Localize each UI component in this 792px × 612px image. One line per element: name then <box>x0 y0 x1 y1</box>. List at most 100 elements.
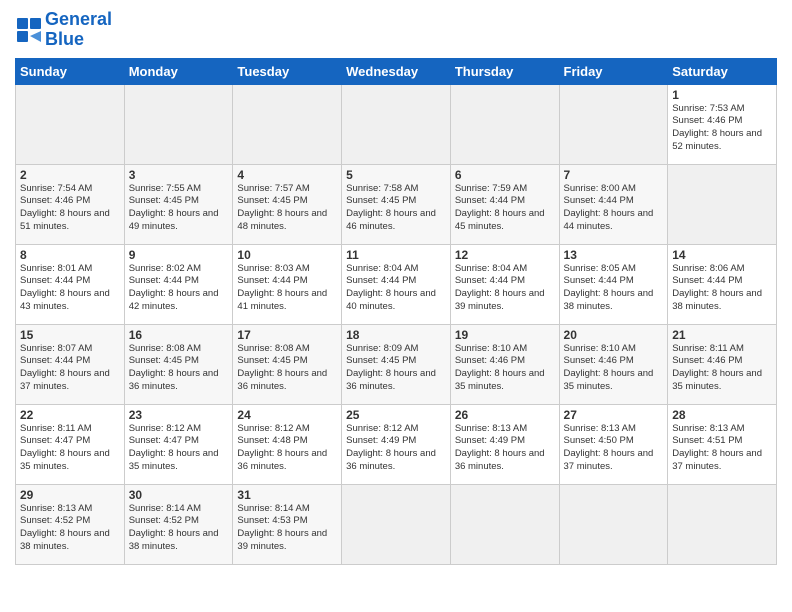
day-info: Sunrise: 8:10 AMSunset: 4:46 PMDaylight:… <box>564 343 664 394</box>
calendar-cell: 20 Sunrise: 8:10 AMSunset: 4:46 PMDaylig… <box>559 324 668 404</box>
calendar-cell: 3 Sunrise: 7:55 AMSunset: 4:45 PMDayligh… <box>124 164 233 244</box>
day-number: 17 <box>237 328 337 342</box>
day-info: Sunrise: 8:00 AMSunset: 4:44 PMDaylight:… <box>564 183 664 234</box>
calendar-cell <box>16 84 125 164</box>
calendar-cell <box>342 84 451 164</box>
calendar-cell: 31 Sunrise: 8:14 AMSunset: 4:53 PMDaylig… <box>233 484 342 564</box>
day-number: 21 <box>672 328 772 342</box>
header: General Blue <box>15 10 777 50</box>
day-info: Sunrise: 8:13 AMSunset: 4:50 PMDaylight:… <box>564 423 664 474</box>
week-row-2: 2 Sunrise: 7:54 AMSunset: 4:46 PMDayligh… <box>16 164 777 244</box>
day-number: 18 <box>346 328 446 342</box>
calendar-cell: 26 Sunrise: 8:13 AMSunset: 4:49 PMDaylig… <box>450 404 559 484</box>
calendar-cell: 1 Sunrise: 7:53 AMSunset: 4:46 PMDayligh… <box>668 84 777 164</box>
weekday-header-thursday: Thursday <box>450 58 559 84</box>
day-info: Sunrise: 8:13 AMSunset: 4:51 PMDaylight:… <box>672 423 772 474</box>
calendar-cell: 30 Sunrise: 8:14 AMSunset: 4:52 PMDaylig… <box>124 484 233 564</box>
calendar-cell: 11 Sunrise: 8:04 AMSunset: 4:44 PMDaylig… <box>342 244 451 324</box>
day-info: Sunrise: 8:01 AMSunset: 4:44 PMDaylight:… <box>20 263 120 314</box>
week-row-4: 15 Sunrise: 8:07 AMSunset: 4:44 PMDaylig… <box>16 324 777 404</box>
day-number: 23 <box>129 408 229 422</box>
calendar-cell <box>124 84 233 164</box>
week-row-6: 29 Sunrise: 8:13 AMSunset: 4:52 PMDaylig… <box>16 484 777 564</box>
weekday-header-sunday: Sunday <box>16 58 125 84</box>
day-number: 9 <box>129 248 229 262</box>
day-number: 31 <box>237 488 337 502</box>
page-container: General Blue SundayMondayTuesdayWednesda… <box>0 0 792 570</box>
calendar-cell <box>668 164 777 244</box>
weekday-header-friday: Friday <box>559 58 668 84</box>
weekday-header-row: SundayMondayTuesdayWednesdayThursdayFrid… <box>16 58 777 84</box>
calendar-cell <box>559 84 668 164</box>
day-number: 26 <box>455 408 555 422</box>
day-info: Sunrise: 8:03 AMSunset: 4:44 PMDaylight:… <box>237 263 337 314</box>
calendar-cell <box>450 84 559 164</box>
day-info: Sunrise: 8:07 AMSunset: 4:44 PMDaylight:… <box>20 343 120 394</box>
day-info: Sunrise: 8:08 AMSunset: 4:45 PMDaylight:… <box>129 343 229 394</box>
day-number: 14 <box>672 248 772 262</box>
day-number: 13 <box>564 248 664 262</box>
calendar-cell: 23 Sunrise: 8:12 AMSunset: 4:47 PMDaylig… <box>124 404 233 484</box>
day-info: Sunrise: 8:12 AMSunset: 4:49 PMDaylight:… <box>346 423 446 474</box>
calendar-cell <box>233 84 342 164</box>
day-number: 6 <box>455 168 555 182</box>
logo-icon <box>15 16 43 44</box>
day-number: 15 <box>20 328 120 342</box>
calendar-cell <box>559 484 668 564</box>
week-row-3: 8 Sunrise: 8:01 AMSunset: 4:44 PMDayligh… <box>16 244 777 324</box>
calendar-cell <box>342 484 451 564</box>
day-info: Sunrise: 7:54 AMSunset: 4:46 PMDaylight:… <box>20 183 120 234</box>
calendar-cell: 29 Sunrise: 8:13 AMSunset: 4:52 PMDaylig… <box>16 484 125 564</box>
day-info: Sunrise: 8:12 AMSunset: 4:48 PMDaylight:… <box>237 423 337 474</box>
day-info: Sunrise: 8:13 AMSunset: 4:52 PMDaylight:… <box>20 503 120 554</box>
calendar-cell: 15 Sunrise: 8:07 AMSunset: 4:44 PMDaylig… <box>16 324 125 404</box>
calendar-cell: 8 Sunrise: 8:01 AMSunset: 4:44 PMDayligh… <box>16 244 125 324</box>
calendar-cell: 25 Sunrise: 8:12 AMSunset: 4:49 PMDaylig… <box>342 404 451 484</box>
day-number: 19 <box>455 328 555 342</box>
calendar-table: SundayMondayTuesdayWednesdayThursdayFrid… <box>15 58 777 565</box>
day-number: 22 <box>20 408 120 422</box>
week-row-5: 22 Sunrise: 8:11 AMSunset: 4:47 PMDaylig… <box>16 404 777 484</box>
day-info: Sunrise: 8:11 AMSunset: 4:46 PMDaylight:… <box>672 343 772 394</box>
day-info: Sunrise: 7:57 AMSunset: 4:45 PMDaylight:… <box>237 183 337 234</box>
day-info: Sunrise: 7:58 AMSunset: 4:45 PMDaylight:… <box>346 183 446 234</box>
calendar-cell: 9 Sunrise: 8:02 AMSunset: 4:44 PMDayligh… <box>124 244 233 324</box>
calendar-cell: 10 Sunrise: 8:03 AMSunset: 4:44 PMDaylig… <box>233 244 342 324</box>
day-number: 5 <box>346 168 446 182</box>
day-number: 20 <box>564 328 664 342</box>
calendar-cell: 18 Sunrise: 8:09 AMSunset: 4:45 PMDaylig… <box>342 324 451 404</box>
calendar-cell: 6 Sunrise: 7:59 AMSunset: 4:44 PMDayligh… <box>450 164 559 244</box>
day-number: 10 <box>237 248 337 262</box>
day-info: Sunrise: 8:12 AMSunset: 4:47 PMDaylight:… <box>129 423 229 474</box>
calendar-cell: 28 Sunrise: 8:13 AMSunset: 4:51 PMDaylig… <box>668 404 777 484</box>
day-number: 7 <box>564 168 664 182</box>
day-info: Sunrise: 7:53 AMSunset: 4:46 PMDaylight:… <box>672 103 772 154</box>
day-number: 27 <box>564 408 664 422</box>
calendar-cell: 2 Sunrise: 7:54 AMSunset: 4:46 PMDayligh… <box>16 164 125 244</box>
calendar-cell: 16 Sunrise: 8:08 AMSunset: 4:45 PMDaylig… <box>124 324 233 404</box>
logo: General Blue <box>15 10 112 50</box>
calendar-cell <box>668 484 777 564</box>
day-info: Sunrise: 8:10 AMSunset: 4:46 PMDaylight:… <box>455 343 555 394</box>
day-info: Sunrise: 8:06 AMSunset: 4:44 PMDaylight:… <box>672 263 772 314</box>
day-info: Sunrise: 7:59 AMSunset: 4:44 PMDaylight:… <box>455 183 555 234</box>
logo-text: General Blue <box>45 10 112 50</box>
day-number: 4 <box>237 168 337 182</box>
day-number: 25 <box>346 408 446 422</box>
day-info: Sunrise: 8:08 AMSunset: 4:45 PMDaylight:… <box>237 343 337 394</box>
day-number: 29 <box>20 488 120 502</box>
weekday-header-saturday: Saturday <box>668 58 777 84</box>
calendar-cell: 27 Sunrise: 8:13 AMSunset: 4:50 PMDaylig… <box>559 404 668 484</box>
calendar-cell: 17 Sunrise: 8:08 AMSunset: 4:45 PMDaylig… <box>233 324 342 404</box>
weekday-header-tuesday: Tuesday <box>233 58 342 84</box>
day-info: Sunrise: 7:55 AMSunset: 4:45 PMDaylight:… <box>129 183 229 234</box>
calendar-cell: 22 Sunrise: 8:11 AMSunset: 4:47 PMDaylig… <box>16 404 125 484</box>
day-number: 12 <box>455 248 555 262</box>
day-number: 11 <box>346 248 446 262</box>
day-number: 1 <box>672 88 772 102</box>
day-number: 28 <box>672 408 772 422</box>
calendar-cell: 19 Sunrise: 8:10 AMSunset: 4:46 PMDaylig… <box>450 324 559 404</box>
weekday-header-monday: Monday <box>124 58 233 84</box>
calendar-cell: 12 Sunrise: 8:04 AMSunset: 4:44 PMDaylig… <box>450 244 559 324</box>
day-info: Sunrise: 8:09 AMSunset: 4:45 PMDaylight:… <box>346 343 446 394</box>
